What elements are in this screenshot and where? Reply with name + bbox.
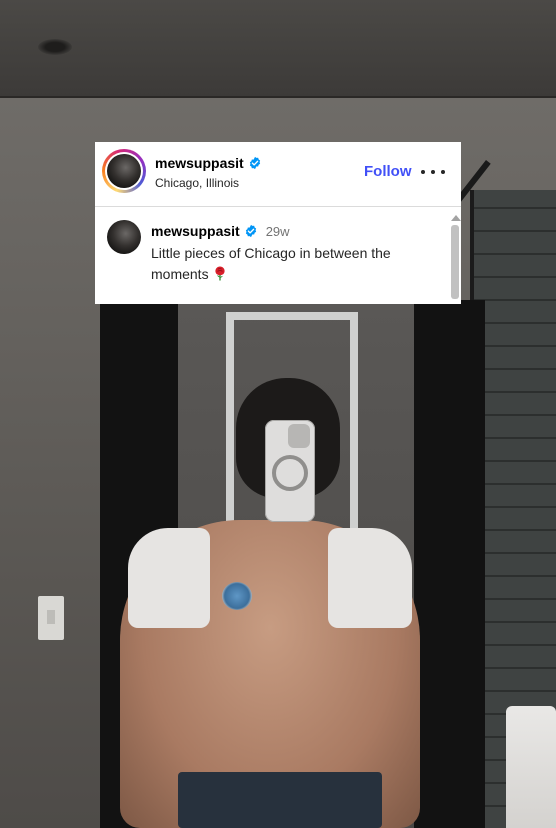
more-options-icon[interactable] [421,164,445,180]
phone-magsafe-ring [272,455,308,491]
shirt-left [128,528,210,628]
comment-timestamp[interactable]: 29w [266,224,290,239]
verified-badge-icon [248,156,262,170]
caption-body: Little pieces of Chicago in between the … [151,245,391,282]
scroll-up-arrow-icon[interactable] [451,215,461,221]
rose-icon [213,265,227,287]
verified-badge-icon [244,224,258,238]
wristwatch [222,582,252,610]
comment-username[interactable]: mewsuppasit [151,223,240,239]
comments-scrollbar[interactable] [451,215,461,303]
story-ring[interactable] [102,149,146,193]
caption-comment: mewsuppasit 29w Little pieces of Chicago… [95,207,461,303]
post-photo[interactable] [0,0,556,828]
scroll-thumb[interactable] [451,225,459,299]
caption-text: Little pieces of Chicago in between the … [151,243,441,287]
comment-username-row: mewsuppasit 29w [151,223,290,239]
comment-avatar[interactable] [107,220,141,254]
jeans [178,772,382,828]
post-info-card: mewsuppasit Chicago, Illinois Follow mew… [95,142,461,304]
header-username[interactable]: mewsuppasit [155,155,244,171]
ceiling-spotlight [38,39,72,55]
post-location[interactable]: Chicago, Illinois [155,176,239,190]
post-header: mewsuppasit Chicago, Illinois Follow [95,142,461,207]
towel [506,706,556,828]
shirt-right [328,528,412,628]
phone-camera [288,424,310,448]
ceiling [0,0,556,98]
avatar[interactable] [107,154,141,188]
light-switch [38,596,64,640]
post-screen: mewsuppasit Chicago, Illinois Follow mew… [0,0,556,828]
follow-button[interactable]: Follow [364,163,412,180]
header-username-row: mewsuppasit [155,155,262,171]
